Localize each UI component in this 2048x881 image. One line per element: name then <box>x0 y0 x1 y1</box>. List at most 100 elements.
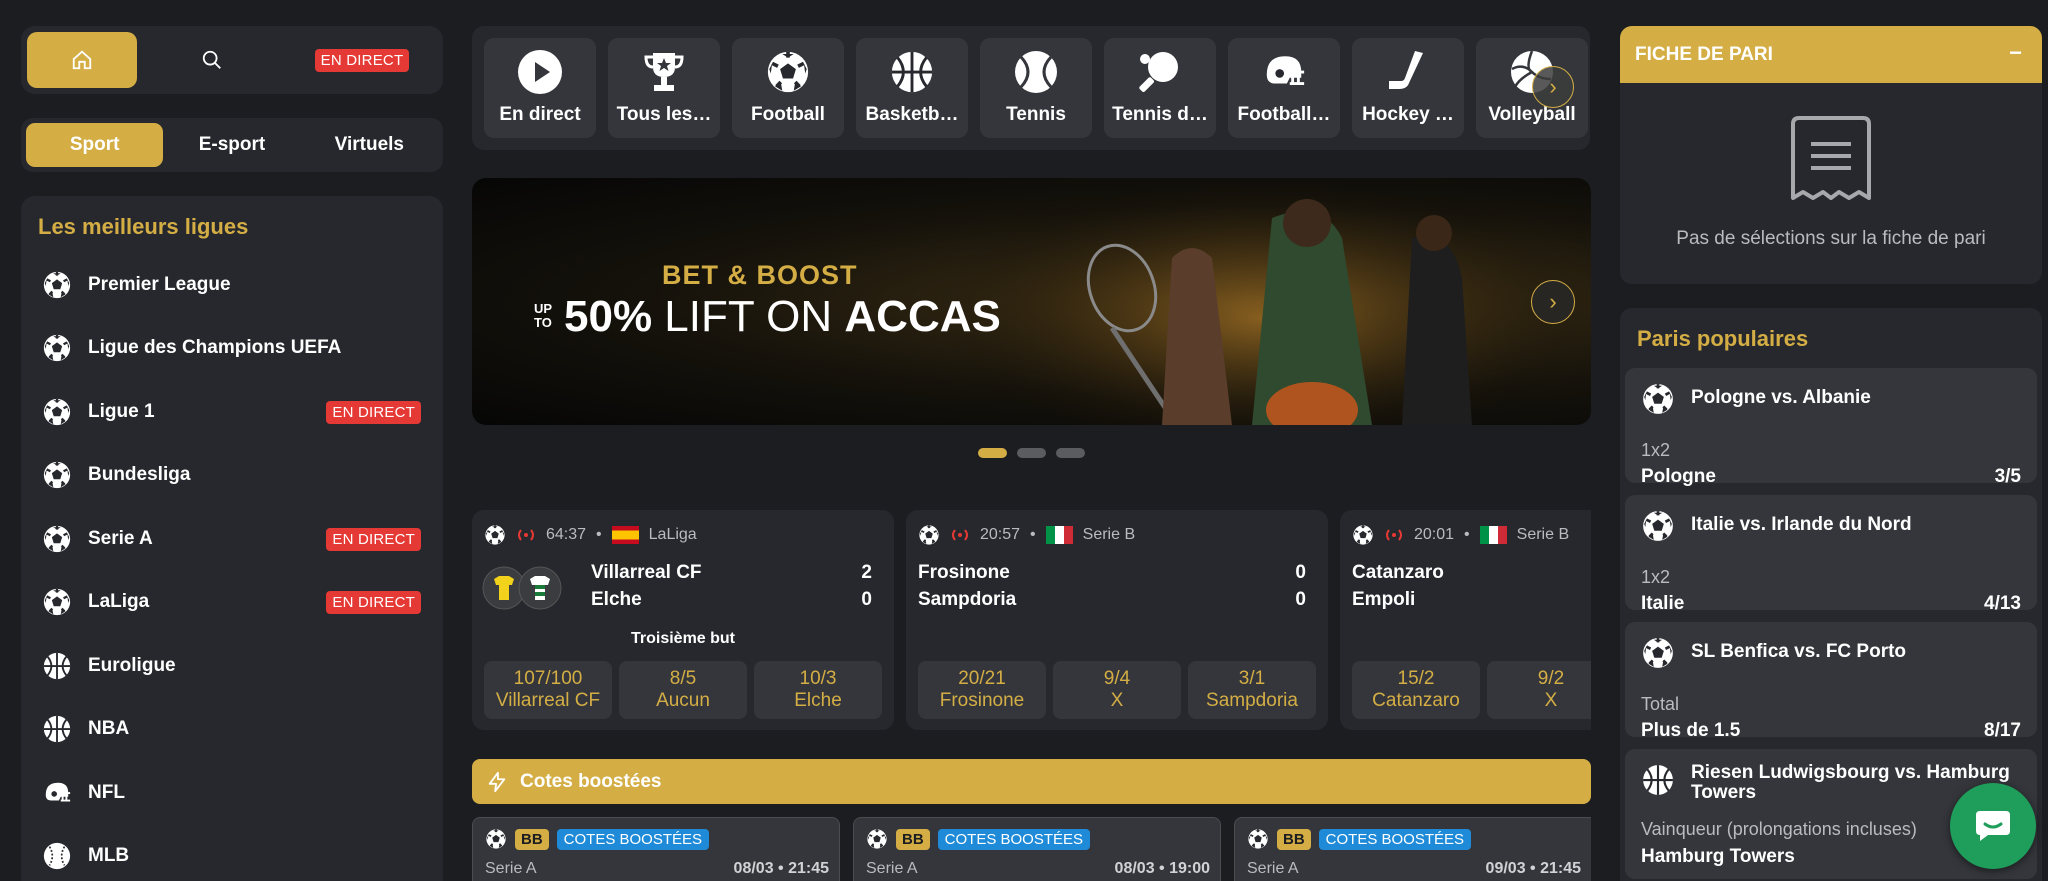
football-helmet-icon <box>41 777 73 809</box>
boosted-card[interactable]: BB COTES BOOSTÉES Serie A 09/03 • 21:45 <box>1234 817 1591 881</box>
league-label: MLB <box>88 845 130 866</box>
league-label: Bundesliga <box>88 464 191 485</box>
boosted-card[interactable]: BB COTES BOOSTÉES Serie A 08/03 • 19:00 <box>853 817 1221 881</box>
live-badge: EN DIRECT <box>326 400 421 424</box>
league-item-laliga[interactable]: LaLiga EN DIRECT <box>21 577 443 627</box>
bet-slip-empty-text: Pas de sélections sur la fiche de pari <box>1676 228 1986 249</box>
sports-scroll-right-button[interactable]: › <box>1532 66 1574 108</box>
carousel-dot[interactable] <box>1017 448 1046 458</box>
boosted-date: 09/03 • 21:45 <box>1485 860 1581 877</box>
search-button[interactable] <box>137 32 287 88</box>
chat-button[interactable] <box>1950 783 2036 869</box>
league-item-serie-a[interactable]: Serie A EN DIRECT <box>21 514 443 564</box>
match-card[interactable]: 20:01 • Serie B Catanzaro Empoli 15/2 Cat… <box>1340 510 1591 730</box>
boosted-odds-header[interactable]: Cotes boostées <box>472 759 1591 804</box>
boosted-league: Serie A <box>485 860 537 877</box>
popular-bet-card[interactable]: SL Benfica vs. FC Porto Total Plus de 1.… <box>1625 622 2037 741</box>
bet-slip: FICHE DE PARI − Pas de sélections sur la… <box>1620 26 2042 284</box>
league-label: Euroligue <box>88 655 176 676</box>
match-card[interactable]: 64:37 • LaLiga Villarreal CF Elche 2 0 T… <box>472 510 894 730</box>
league-item-nfl[interactable]: NFL <box>21 768 443 818</box>
sport-tile-live[interactable]: En direct <box>484 38 596 138</box>
popular-bet-selection: Plus de 1.5 <box>1641 720 1741 741</box>
sport-label: En direct <box>499 104 581 125</box>
carousel-dot[interactable] <box>978 448 1007 458</box>
odd-button[interactable]: 9/2 X <box>1487 661 1591 719</box>
boosted-date: 08/03 • 21:45 <box>733 860 829 877</box>
soccer-ball-icon <box>484 524 506 546</box>
banner-next-button[interactable]: › <box>1531 280 1575 324</box>
odd-button[interactable]: 20/21 Frosinone <box>918 661 1046 719</box>
away-score: 0 <box>861 589 872 610</box>
popular-bet-card[interactable]: Italie vs. Irlande du Nord 1x2 Italie 4/… <box>1625 495 2037 614</box>
sport-label: Tennis d… <box>1112 104 1208 125</box>
promo-banner[interactable]: BET & BOOST UP TO 50% LIFT ON ACCAS <box>472 178 1591 425</box>
sport-label: Tous les… <box>616 104 712 125</box>
match-time: 64:37 <box>546 526 587 543</box>
boosted-card[interactable]: BB COTES BOOSTÉES Serie A 08/03 • 21:45 <box>472 817 840 881</box>
popular-bet-match: SL Benfica vs. FC Porto <box>1691 641 1907 662</box>
top-leagues-title: Les meilleurs ligues <box>38 214 249 239</box>
odd-button[interactable]: 107/100 Villarreal CF <box>484 661 612 719</box>
soccer-ball-icon <box>41 523 73 555</box>
league-item-euroligue[interactable]: Euroligue <box>21 641 443 691</box>
odd-button[interactable]: 10/3 Elche <box>754 661 882 719</box>
popular-bet-match: Pologne vs. Albanie <box>1691 387 1871 408</box>
league-item-nba[interactable]: NBA <box>21 704 443 754</box>
popular-bet-selection: Italie <box>1641 593 1685 614</box>
odd-button[interactable]: 8/5 Aucun <box>619 661 747 719</box>
tab-esport[interactable]: E-sport <box>163 123 300 167</box>
sport-tile-hockey[interactable]: Hockey … <box>1352 38 1464 138</box>
sport-tile-american-football[interactable]: Football… <box>1228 38 1340 138</box>
tab-sport[interactable]: Sport <box>26 123 164 167</box>
league-item-champions-league[interactable]: Ligue des Champions UEFA <box>21 323 443 373</box>
soccer-ball-icon <box>41 332 73 364</box>
tab-virtuels[interactable]: Virtuels <box>301 123 438 167</box>
bb-badge: BB <box>515 828 549 850</box>
popular-bet-card[interactable]: Pologne vs. Albanie 1x2 Pologne 3/5 <box>1625 368 2037 487</box>
soccer-ball-icon <box>41 396 73 428</box>
tennis-ball-icon <box>1012 48 1060 96</box>
bet-slip-header[interactable]: FICHE DE PARI − <box>1620 26 2042 83</box>
home-score: 0 <box>1295 562 1306 583</box>
boosted-tag: COTES BOOSTÉES <box>937 828 1091 850</box>
match-header: 64:37 • LaLiga <box>484 524 697 546</box>
sport-tile-football[interactable]: Football <box>732 38 844 138</box>
sport-tile-tennis[interactable]: Tennis <box>980 38 1092 138</box>
carousel-dot[interactable] <box>1056 448 1085 458</box>
bb-badge: BB <box>1277 828 1311 850</box>
spain-flag-icon <box>611 526 639 544</box>
trophy-icon <box>640 48 688 96</box>
league-label: Ligue 1 <box>88 401 155 422</box>
match-header: 20:57 • Serie B <box>918 524 1135 546</box>
popular-bets-title: Paris populaires <box>1637 326 1809 351</box>
match-card[interactable]: 20:57 • Serie B Frosinone Sampdoria 0 0 … <box>906 510 1328 730</box>
play-icon <box>516 48 564 96</box>
league-item-ligue-1[interactable]: Ligue 1 EN DIRECT <box>21 387 443 437</box>
match-time: 20:57 <box>980 526 1021 543</box>
soccer-ball-icon <box>1641 636 1675 670</box>
odd-button[interactable]: 9/4 X <box>1053 661 1181 719</box>
live-signal-icon <box>1386 529 1402 541</box>
sport-tile-all[interactable]: Tous les… <box>608 38 720 138</box>
chat-icon <box>1976 811 2010 841</box>
basketball-icon <box>1641 763 1675 797</box>
match-header: 20:01 • Serie B <box>1352 524 1569 546</box>
sport-tile-basketball[interactable]: Basketb… <box>856 38 968 138</box>
sport-tile-table-tennis[interactable]: Tennis d… <box>1104 38 1216 138</box>
home-button[interactable] <box>27 32 137 88</box>
league-item-bundesliga[interactable]: Bundesliga <box>21 450 443 500</box>
league-label: NFL <box>88 782 125 803</box>
odd-button[interactable]: 15/2 Catanzaro <box>1352 661 1480 719</box>
minimize-icon[interactable]: − <box>2009 40 2022 66</box>
league-item-mlb[interactable]: MLB <box>21 831 443 881</box>
live-badge: EN DIRECT <box>326 527 421 551</box>
away-team: Sampdoria <box>918 589 1017 610</box>
league-item-premier-league[interactable]: Premier League <box>21 260 443 310</box>
live-signal-icon <box>518 529 534 541</box>
live-nav-button[interactable]: EN DIRECT <box>287 32 437 88</box>
odd-button[interactable]: 3/1 Sampdoria <box>1188 661 1316 719</box>
boosted-tag: COTES BOOSTÉES <box>556 828 710 850</box>
boosted-tag: COTES BOOSTÉES <box>1318 828 1472 850</box>
search-icon <box>202 50 221 69</box>
